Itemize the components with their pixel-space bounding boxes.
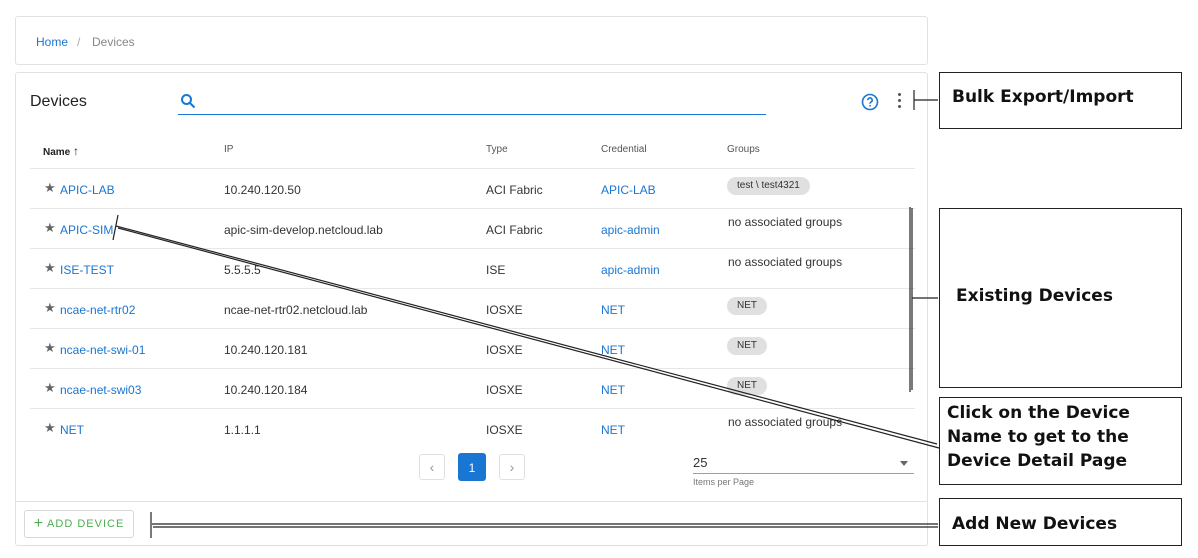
device-name-link[interactable]: NET bbox=[60, 423, 84, 437]
device-type: IOSXE bbox=[486, 423, 523, 437]
device-name-link[interactable]: ncae-net-swi-01 bbox=[60, 343, 145, 357]
star-icon[interactable]: ★ bbox=[44, 300, 56, 316]
device-ip: ncae-net-rtr02.netcloud.lab bbox=[224, 303, 368, 317]
device-type: ACI Fabric bbox=[486, 183, 543, 197]
annotation-line: Name to get to the bbox=[947, 427, 1129, 447]
credential-link[interactable]: NET bbox=[601, 383, 625, 397]
prev-page-button[interactable]: ‹ bbox=[419, 454, 445, 480]
table-row: ★ APIC-LAB 10.240.120.50 ACI Fabric APIC… bbox=[30, 168, 915, 209]
star-icon[interactable]: ★ bbox=[44, 260, 56, 276]
no-groups-text: no associated groups bbox=[728, 215, 843, 229]
add-device-button[interactable]: + ADD DEVICE bbox=[24, 510, 134, 538]
table-row: ★ APIC-SIM apic-sim-develop.netcloud.lab… bbox=[30, 208, 915, 249]
more-vert-icon[interactable] bbox=[894, 93, 904, 111]
star-icon[interactable]: ★ bbox=[44, 180, 56, 196]
items-per-page-value: 25 bbox=[693, 455, 708, 470]
caret-down-icon bbox=[900, 461, 908, 466]
device-name-link[interactable]: ISE-TEST bbox=[60, 263, 114, 277]
credential-link[interactable]: APIC-LAB bbox=[601, 183, 656, 197]
annotation-existing-devices: Existing Devices bbox=[939, 208, 1182, 388]
device-type: IOSXE bbox=[486, 303, 523, 317]
device-ip: 5.5.5.5 bbox=[224, 263, 261, 277]
device-ip: apic-sim-develop.netcloud.lab bbox=[224, 223, 383, 237]
breadcrumb-current: Devices bbox=[92, 35, 135, 49]
annotation-add-devices: Add New Devices bbox=[939, 498, 1182, 546]
next-page-button[interactable]: › bbox=[499, 454, 525, 480]
device-ip: 10.240.120.184 bbox=[224, 383, 308, 397]
search-bar bbox=[178, 90, 766, 115]
device-name-link[interactable]: APIC-LAB bbox=[60, 183, 115, 197]
credential-link[interactable]: NET bbox=[601, 423, 625, 437]
table-row: ★ ncae-net-swi03 10.240.120.184 IOSXE NE… bbox=[30, 368, 915, 409]
group-chip[interactable]: NET bbox=[727, 337, 767, 355]
plus-icon: + bbox=[33, 515, 45, 532]
add-device-label: ADD DEVICE bbox=[47, 518, 125, 530]
column-header-groups: Groups bbox=[727, 144, 760, 155]
column-header-label: Name bbox=[43, 147, 71, 158]
table-row: ★ ISE-TEST 5.5.5.5 ISE apic-admin no ass… bbox=[30, 248, 915, 289]
no-groups-text: no associated groups bbox=[728, 255, 843, 269]
page-1-button[interactable]: 1 bbox=[458, 453, 486, 481]
group-chip[interactable]: NET bbox=[727, 377, 767, 395]
star-icon[interactable]: ★ bbox=[44, 420, 56, 436]
search-input[interactable] bbox=[206, 92, 760, 114]
device-ip: 1.1.1.1 bbox=[224, 423, 261, 437]
star-icon[interactable]: ★ bbox=[44, 380, 56, 396]
device-type: IOSXE bbox=[486, 383, 523, 397]
device-ip: 10.240.120.50 bbox=[224, 183, 301, 197]
column-header-type: Type bbox=[486, 144, 508, 155]
footer-divider bbox=[16, 501, 927, 502]
devices-panel: Devices Name ↑ IP Type Credential Groups… bbox=[15, 72, 928, 546]
annotation-click-device: Click on the Device Name to get to the D… bbox=[939, 397, 1182, 485]
credential-link[interactable]: apic-admin bbox=[601, 263, 660, 277]
device-type: IOSXE bbox=[486, 343, 523, 357]
search-icon[interactable] bbox=[180, 93, 196, 109]
device-name-link[interactable]: ncae-net-rtr02 bbox=[60, 303, 135, 317]
breadcrumb-home-link[interactable]: Home bbox=[36, 35, 68, 49]
credential-link[interactable]: NET bbox=[601, 343, 625, 357]
column-header-name[interactable]: Name ↑ bbox=[43, 144, 79, 158]
group-chip[interactable]: NET bbox=[727, 297, 767, 315]
items-per-page-label: Items per Page bbox=[693, 477, 755, 487]
annotation-line: Device Detail Page bbox=[947, 451, 1128, 471]
device-name-link[interactable]: APIC-SIM bbox=[60, 223, 113, 237]
page-title: Devices bbox=[30, 93, 87, 110]
credential-link[interactable]: apic-admin bbox=[601, 223, 660, 237]
table-row: ★ ncae-net-rtr02 ncae-net-rtr02.netcloud… bbox=[30, 288, 915, 329]
device-name-link[interactable]: ncae-net-swi03 bbox=[60, 383, 141, 397]
annotation-bulk-export: Bulk Export/Import bbox=[939, 72, 1182, 129]
device-type: ACI Fabric bbox=[486, 223, 543, 237]
help-circle-icon[interactable] bbox=[861, 93, 879, 111]
star-icon[interactable]: ★ bbox=[44, 340, 56, 356]
credential-link[interactable]: NET bbox=[601, 303, 625, 317]
breadcrumb: Home / Devices bbox=[15, 16, 928, 65]
device-type: ISE bbox=[486, 263, 506, 277]
breadcrumb-separator: / bbox=[77, 35, 81, 49]
sort-arrow-up-icon: ↑ bbox=[73, 144, 80, 158]
table-row: ★ ncae-net-swi-01 10.240.120.181 IOSXE N… bbox=[30, 328, 915, 369]
star-icon[interactable]: ★ bbox=[44, 220, 56, 236]
no-groups-text: no associated groups bbox=[728, 415, 843, 429]
items-per-page-select[interactable]: 25 bbox=[693, 455, 914, 474]
table-row: ★ NET 1.1.1.1 IOSXE NET no associated gr… bbox=[30, 408, 915, 449]
group-chip[interactable]: test \ test4321 bbox=[727, 177, 810, 195]
column-header-ip: IP bbox=[224, 144, 234, 155]
device-ip: 10.240.120.181 bbox=[224, 343, 308, 357]
annotation-line: Click on the Device bbox=[947, 403, 1130, 423]
column-header-credential: Credential bbox=[601, 144, 647, 155]
